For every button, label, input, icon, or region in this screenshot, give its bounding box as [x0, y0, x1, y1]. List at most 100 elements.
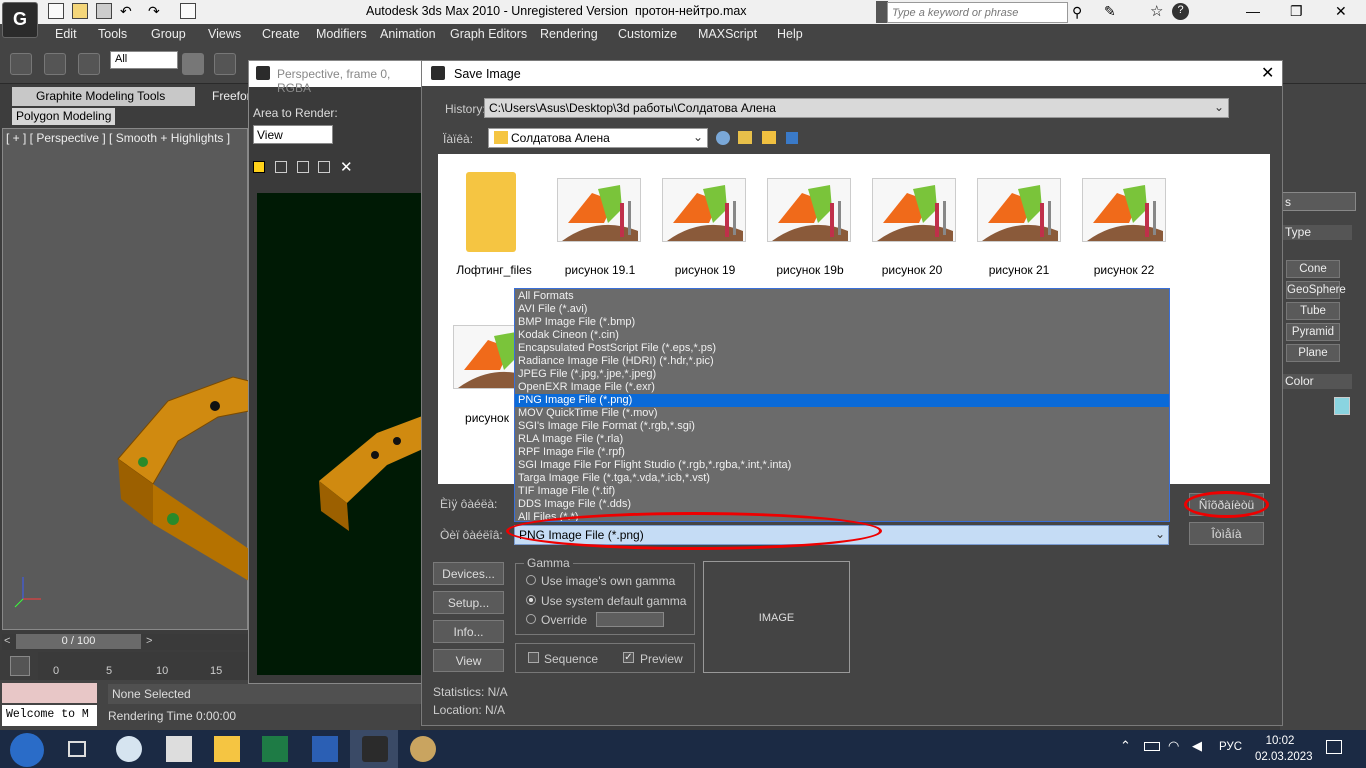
- view-menu-icon[interactable]: [786, 132, 798, 144]
- cone-button[interactable]: Cone: [1286, 260, 1340, 278]
- excel-icon[interactable]: [262, 736, 288, 762]
- tab-graphite-modeling[interactable]: Graphite Modeling Tools: [12, 87, 195, 106]
- view-button[interactable]: View: [433, 649, 504, 672]
- chevron-down-icon[interactable]: ⌄: [1155, 527, 1165, 541]
- image-thumbnail[interactable]: [662, 178, 746, 242]
- menu-group[interactable]: Group: [151, 27, 186, 41]
- time-slider[interactable]: 0 / 100: [16, 634, 141, 649]
- folder-icon[interactable]: [466, 172, 516, 252]
- notifications-icon[interactable]: [1326, 740, 1342, 754]
- info-button[interactable]: Info...: [433, 620, 504, 643]
- clone-window-icon[interactable]: [297, 161, 309, 173]
- dropdown-option[interactable]: Kodak Cineon (*.cin): [517, 329, 1167, 342]
- dropdown-option[interactable]: TIF Image File (*.tif): [517, 485, 1167, 498]
- dropdown-option[interactable]: SGI's Image File Format (*.rgb,*.sgi): [517, 420, 1167, 433]
- menu-maxscript[interactable]: MAXScript: [698, 27, 757, 41]
- area-to-render-dropdown[interactable]: View: [253, 125, 333, 144]
- favorite-star-icon[interactable]: ☆: [1150, 2, 1163, 20]
- dropdown-option[interactable]: MOV QuickTime File (*.mov): [517, 407, 1167, 420]
- dropdown-option[interactable]: Radiance Image File (HDRI) (*.hdr,*.pic): [517, 355, 1167, 368]
- volume-icon[interactable]: ◀: [1192, 738, 1202, 754]
- gamma-system-radio[interactable]: [526, 595, 536, 605]
- timeline-config-icon[interactable]: [10, 656, 30, 676]
- up-folder-icon[interactable]: [738, 131, 752, 144]
- sequence-checkbox[interactable]: [528, 652, 539, 663]
- new-file-icon[interactable]: [48, 3, 64, 19]
- print-icon[interactable]: [318, 161, 330, 173]
- chevron-down-icon[interactable]: ⌄: [1214, 100, 1224, 114]
- list-item[interactable]: рисунок 19: [655, 263, 755, 277]
- menu-help[interactable]: Help: [777, 27, 803, 41]
- save-file-icon[interactable]: [96, 3, 112, 19]
- object-color-swatch[interactable]: [1334, 397, 1350, 415]
- clear-icon[interactable]: ✕: [340, 158, 353, 176]
- dropdown-option[interactable]: RPF Image File (*.rpf): [517, 446, 1167, 459]
- time-next-icon[interactable]: >: [146, 635, 152, 647]
- track-bar[interactable]: 0 5 10 15: [38, 652, 248, 680]
- link-icon[interactable]: [10, 53, 32, 75]
- setup-button[interactable]: Setup...: [433, 591, 504, 614]
- image-thumbnail[interactable]: [767, 178, 851, 242]
- image-thumbnail[interactable]: [872, 178, 956, 242]
- tools-icon[interactable]: ✎: [1104, 3, 1116, 20]
- menu-create[interactable]: Create: [262, 27, 300, 41]
- gamma-override-radio[interactable]: [526, 614, 536, 624]
- image-thumbnail[interactable]: [453, 325, 515, 389]
- save-image-icon[interactable]: [253, 161, 265, 173]
- binoculars-icon[interactable]: ⚲: [1072, 4, 1082, 21]
- menu-graph-editors[interactable]: Graph Editors: [450, 27, 527, 41]
- dropdown-option[interactable]: AVI File (*.avi): [517, 303, 1167, 316]
- menu-animation[interactable]: Animation: [380, 27, 436, 41]
- plane-button[interactable]: Plane: [1286, 344, 1340, 362]
- gamma-own-radio[interactable]: [526, 575, 536, 585]
- file-type-dropdown-list[interactable]: All Formats AVI File (*.avi) BMP Image Fil…: [514, 288, 1170, 522]
- wifi-icon[interactable]: ◠: [1168, 738, 1179, 754]
- list-item[interactable]: рисунок 19b: [760, 263, 860, 277]
- command-panel-dropdown[interactable]: s: [1280, 192, 1356, 211]
- dropdown-option[interactable]: Encapsulated PostScript File (*.eps,*.ps…: [517, 342, 1167, 355]
- clock[interactable]: 10:02 02.03.2023: [1255, 733, 1313, 765]
- dropdown-option[interactable]: BMP Image File (*.bmp): [517, 316, 1167, 329]
- dialog-close-icon[interactable]: ✕: [1261, 63, 1274, 83]
- calculator-icon[interactable]: [166, 736, 192, 762]
- history-dropdown[interactable]: C:\Users\Asus\Desktop\3d работы\Солдатов…: [484, 98, 1229, 118]
- tube-button[interactable]: Tube: [1286, 302, 1340, 320]
- maxscript-listener-pink[interactable]: [2, 683, 97, 703]
- list-item[interactable]: рисунок 19.1: [550, 263, 650, 277]
- 3dsmax-icon[interactable]: [362, 736, 388, 762]
- dropdown-option[interactable]: OpenEXR Image File (*.exr): [517, 381, 1167, 394]
- search-input[interactable]: Type a keyword or phrase: [887, 2, 1068, 23]
- maxscript-listener[interactable]: Welcome to M: [2, 705, 97, 726]
- menu-rendering[interactable]: Rendering: [540, 27, 598, 41]
- dropdown-option[interactable]: Targa Image File (*.tga,*.vda,*.icb,*.vs…: [517, 472, 1167, 485]
- paint-3d-icon[interactable]: [410, 736, 436, 762]
- selection-filter-dropdown[interactable]: All: [110, 51, 178, 69]
- gamma-override-spinner[interactable]: [596, 612, 664, 627]
- language-indicator[interactable]: РУС: [1219, 741, 1242, 753]
- battery-icon[interactable]: [1144, 742, 1160, 751]
- geosphere-button[interactable]: GeoSphere: [1286, 281, 1346, 299]
- app-logo-icon[interactable]: G: [2, 2, 38, 38]
- minimize-icon[interactable]: —: [1246, 3, 1260, 19]
- back-icon[interactable]: [716, 131, 730, 145]
- maximize-icon[interactable]: ❐: [1290, 3, 1303, 20]
- close-icon[interactable]: ✕: [1335, 3, 1347, 20]
- open-file-icon[interactable]: [72, 3, 88, 19]
- pyramid-button[interactable]: Pyramid: [1286, 323, 1340, 341]
- devices-button[interactable]: Devices...: [433, 562, 504, 585]
- perspective-viewport[interactable]: [2, 128, 250, 630]
- paint-icon[interactable]: [116, 736, 142, 762]
- project-folder-icon[interactable]: [180, 3, 196, 19]
- lookin-dropdown[interactable]: Солдатова Алена: [488, 128, 708, 148]
- chevron-down-icon[interactable]: ⌄: [693, 130, 703, 144]
- image-thumbnail[interactable]: [977, 178, 1061, 242]
- list-item[interactable]: рисунок 21: [969, 263, 1069, 277]
- menu-customize[interactable]: Customize: [618, 27, 677, 41]
- image-thumbnail[interactable]: [1082, 178, 1166, 242]
- viewport-label[interactable]: [ + ] [ Perspective ] [ Smooth + Highlig…: [6, 131, 230, 145]
- tab-freeform[interactable]: Freefor: [212, 89, 251, 103]
- dropdown-option[interactable]: All Formats: [517, 290, 1167, 303]
- dropdown-option[interactable]: SGI Image File For Flight Studio (*.rgb,…: [517, 459, 1167, 472]
- undo-icon[interactable]: ↶: [120, 3, 136, 19]
- new-folder-icon[interactable]: [762, 131, 776, 144]
